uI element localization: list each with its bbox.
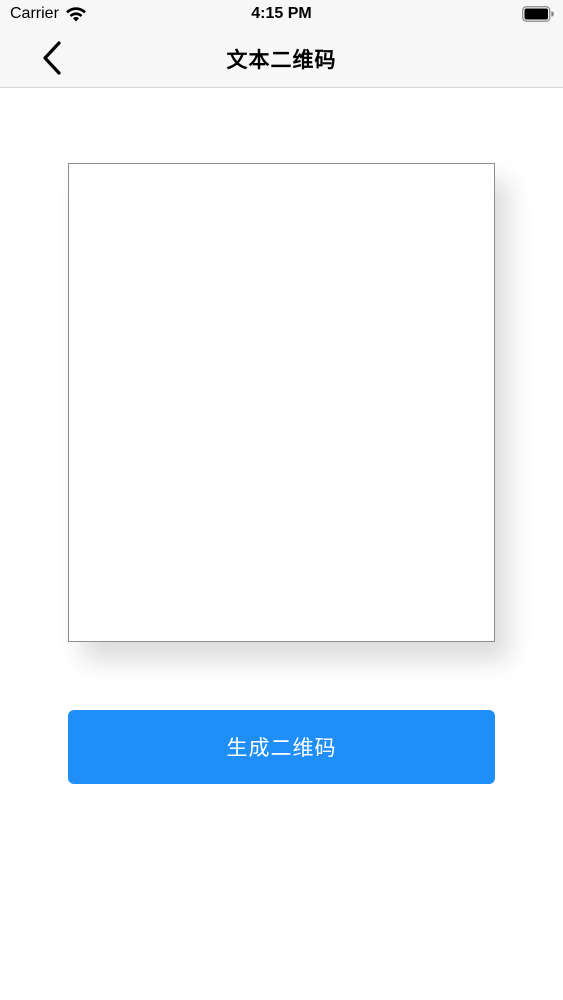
status-bar: Carrier 4:15 PM: [0, 0, 563, 30]
page-title: 文本二维码: [226, 49, 337, 72]
screen: Carrier 4:15 PM 文本二维码 生成二维码: [0, 0, 563, 1000]
navigation-bar: 文本二维码: [0, 30, 563, 88]
qr-code-preview: [68, 163, 495, 642]
battery-icon: [522, 6, 554, 22]
generate-qr-button[interactable]: 生成二维码: [68, 710, 495, 784]
status-time: 4:15 PM: [251, 5, 312, 22]
